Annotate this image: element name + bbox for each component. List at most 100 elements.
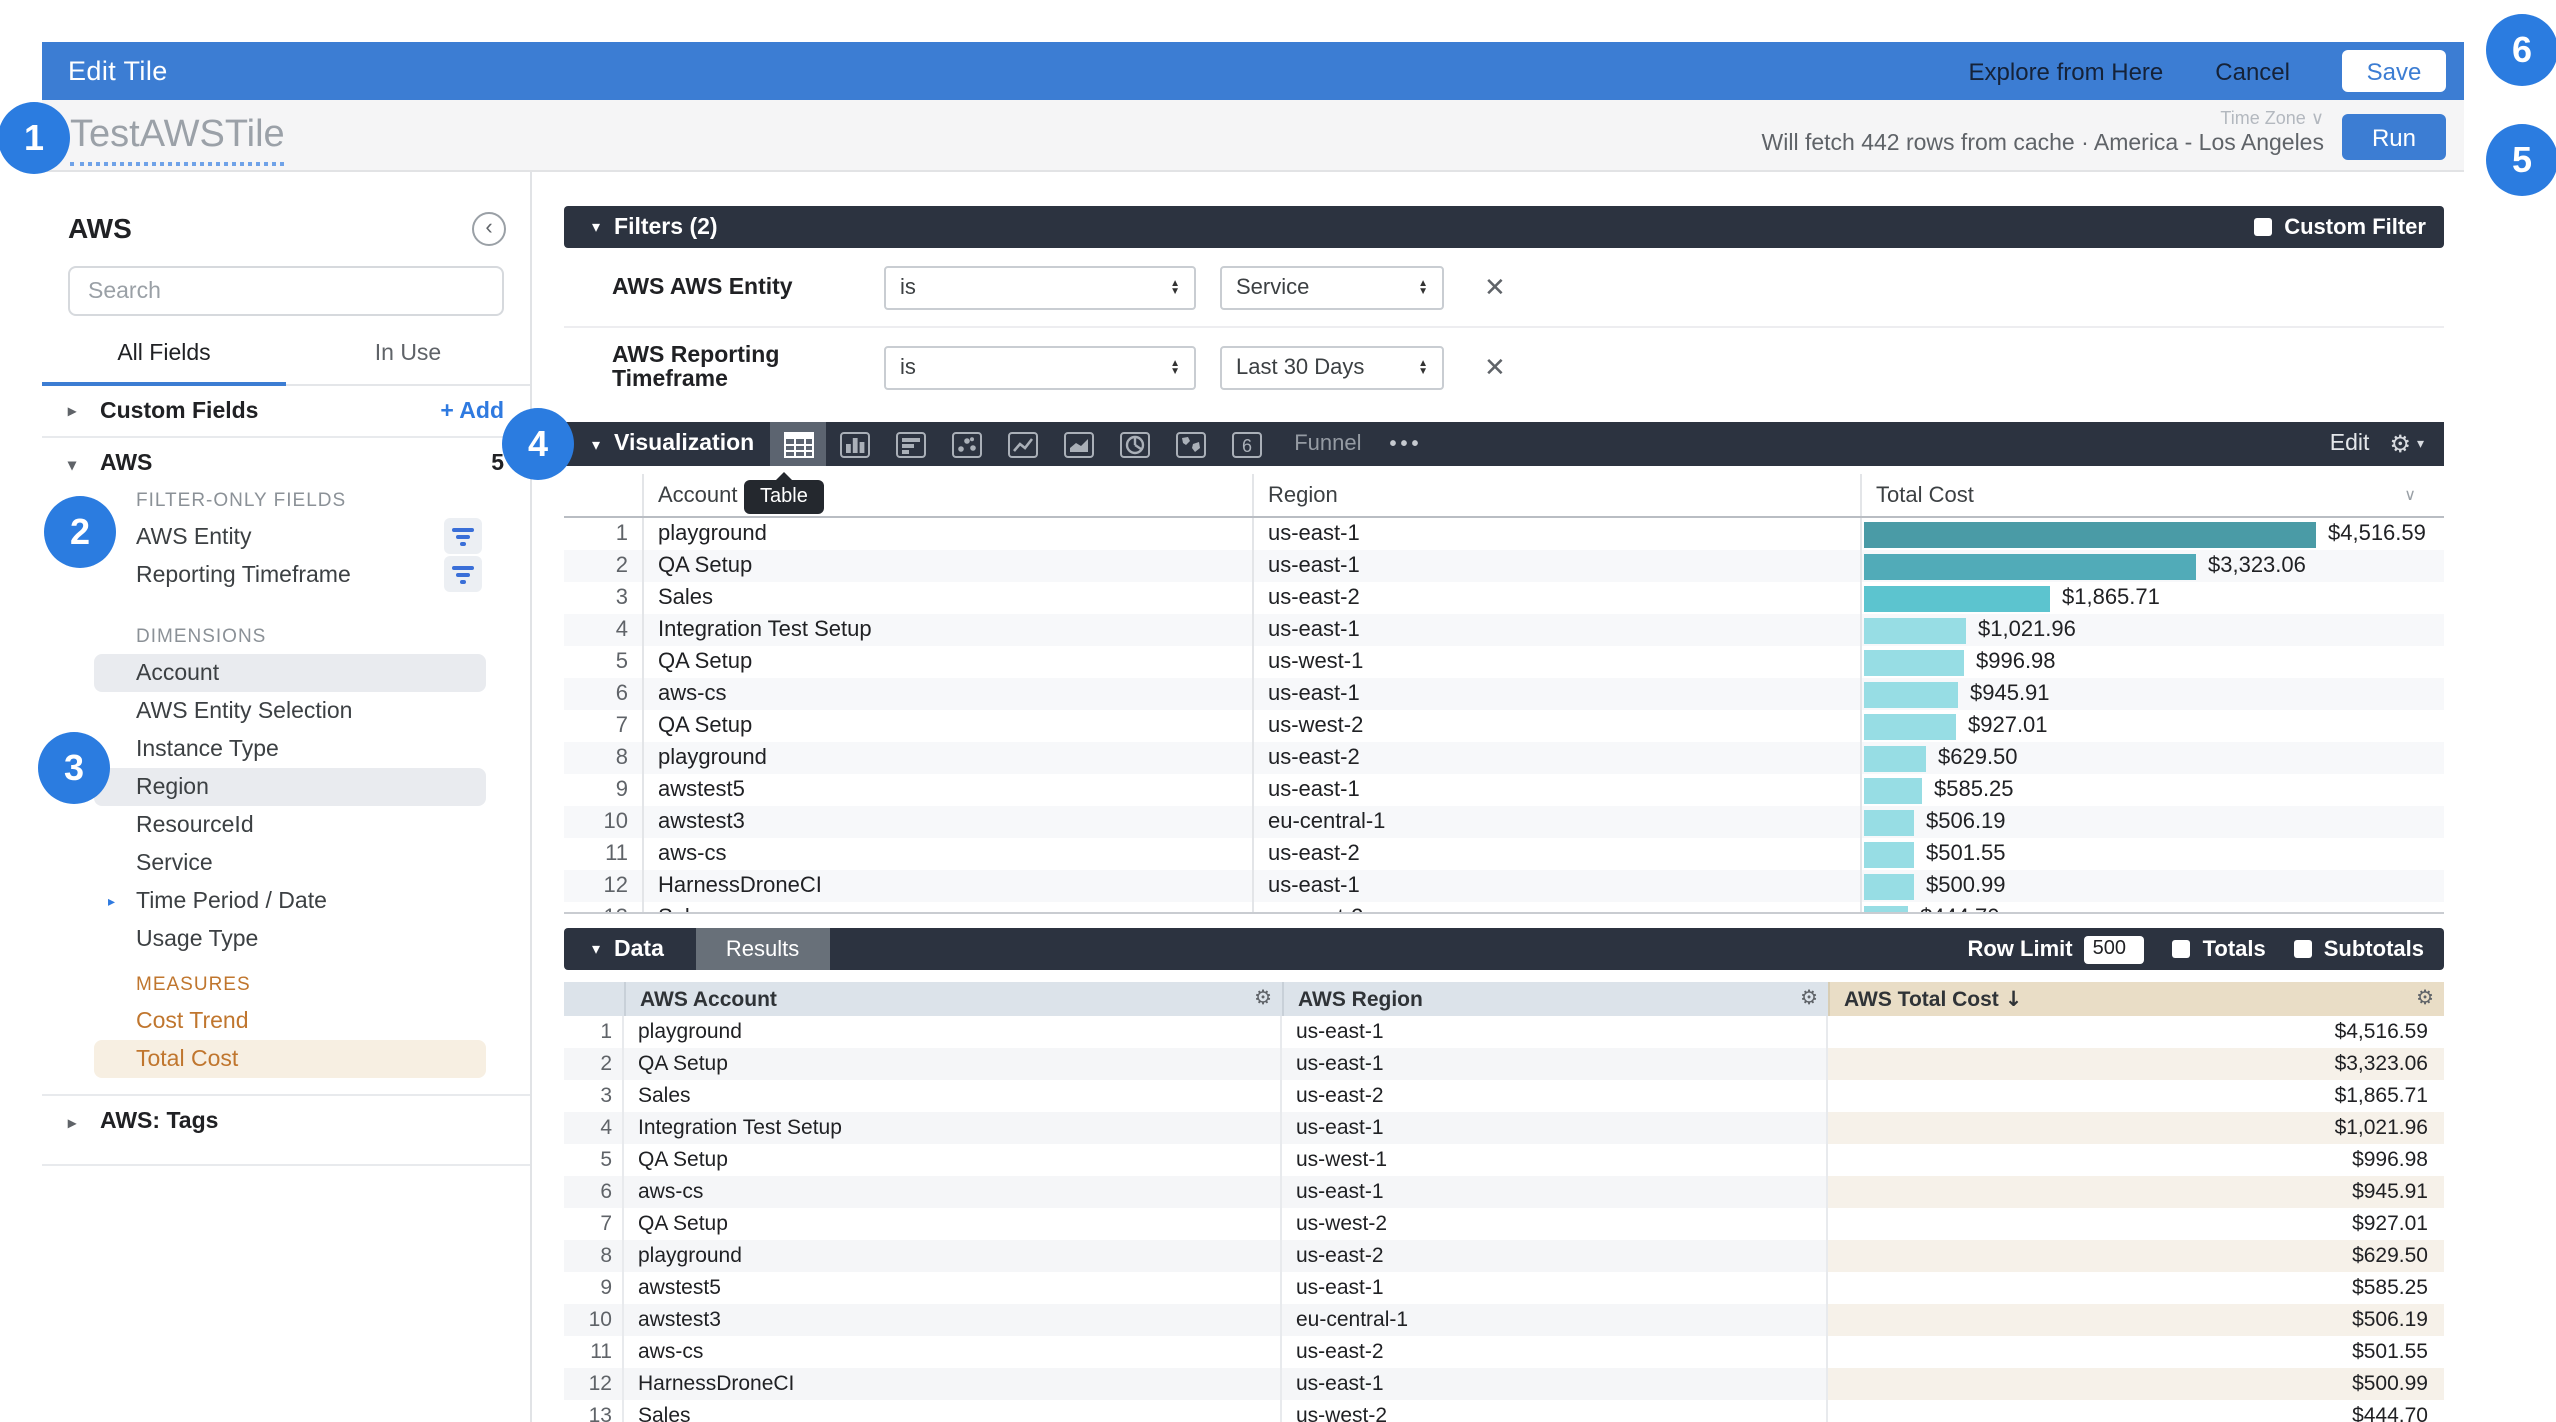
- column-header-aws-account[interactable]: AWS Account ⚙: [624, 982, 1282, 1016]
- more-viz-types-icon[interactable]: •••: [1390, 433, 1423, 455]
- data-table-row[interactable]: 5QA Setupus-west-1$996.98: [564, 1144, 2444, 1176]
- viz-table-row[interactable]: 8playgroundus-east-2$629.50: [564, 742, 2444, 774]
- cost-value: $1,865.71: [2062, 586, 2160, 610]
- aws-group-row[interactable]: ▾ AWS 5: [42, 438, 530, 490]
- visualization-section-title[interactable]: Visualization: [614, 432, 754, 456]
- tab-all-fields[interactable]: All Fields: [42, 342, 286, 386]
- collapse-sidebar-icon[interactable]: ‹: [472, 211, 506, 245]
- column-header-aws-region[interactable]: AWS Region ⚙: [1282, 982, 1828, 1016]
- sidebar-dimension-aws-entity-selection[interactable]: AWS Entity Selection: [94, 692, 486, 730]
- data-table-row[interactable]: 3Salesus-east-2$1,865.71: [564, 1080, 2444, 1112]
- tab-in-use[interactable]: In Use: [286, 342, 530, 384]
- data-table-row[interactable]: 11aws-csus-east-2$501.55: [564, 1336, 2444, 1368]
- timezone-selector[interactable]: Time Zone ∨: [2220, 108, 2324, 130]
- custom-filter-checkbox[interactable]: [2254, 218, 2272, 236]
- sidebar-measure-cost-trend[interactable]: Cost Trend: [94, 1002, 486, 1040]
- sidebar-dimension-usage-type[interactable]: Usage Type: [94, 920, 486, 958]
- sidebar-dimension-instance-type[interactable]: Instance Type: [94, 730, 486, 768]
- aws-tags-group-row[interactable]: ▸ AWS: Tags: [42, 1096, 530, 1148]
- filter-value-select[interactable]: Service▲▼: [1220, 265, 1444, 309]
- caret-down-icon[interactable]: ▾: [592, 940, 600, 958]
- column-chart-icon[interactable]: [826, 422, 882, 466]
- sidebar-field-aws-entity[interactable]: AWS Entity: [94, 518, 486, 556]
- remove-filter-icon[interactable]: ✕: [1484, 352, 1506, 384]
- caret-right-icon: ▸: [68, 402, 82, 420]
- explore-from-here-link[interactable]: Explore from Here: [1969, 57, 2164, 85]
- data-table-row[interactable]: 8playgroundus-east-2$629.50: [564, 1240, 2444, 1272]
- save-button[interactable]: Save: [2342, 50, 2446, 92]
- sidebar-dimension-account[interactable]: Account: [94, 654, 486, 692]
- filter-value-select[interactable]: Last 30 Days▲▼: [1220, 346, 1444, 390]
- sidebar-field-reporting-timeframe[interactable]: Reporting Timeframe: [94, 556, 486, 594]
- funnel-viz-label[interactable]: Funnel: [1294, 432, 1361, 456]
- caret-down-icon[interactable]: ▾: [592, 218, 600, 236]
- sidebar-dimension-resourceid[interactable]: ResourceId: [94, 806, 486, 844]
- filter-field-button[interactable]: [444, 518, 482, 554]
- subtotals-checkbox[interactable]: [2294, 940, 2312, 958]
- caret-down-icon[interactable]: ▾: [592, 435, 600, 453]
- viz-table-row[interactable]: 1playgroundus-east-1$4,516.59: [564, 518, 2444, 550]
- run-button[interactable]: Run: [2342, 114, 2446, 160]
- add-custom-field-button[interactable]: + Add: [440, 399, 504, 423]
- data-table-row[interactable]: 9awstest5us-east-1$585.25: [564, 1272, 2444, 1304]
- viz-table-row[interactable]: 12HarnessDroneCIus-east-1$500.99: [564, 870, 2444, 902]
- tab-results[interactable]: Results: [696, 928, 829, 970]
- table-icon[interactable]: [770, 422, 826, 466]
- column-gear-icon[interactable]: ⚙: [1800, 988, 1818, 1010]
- column-header-account[interactable]: Account: [644, 474, 1254, 516]
- viz-table-row[interactable]: 4Integration Test Setupus-east-1$1,021.9…: [564, 614, 2444, 646]
- custom-fields-row[interactable]: ▸ Custom Fields + Add: [42, 386, 530, 438]
- totals-toggle[interactable]: Totals: [2173, 937, 2266, 961]
- filter-field-button[interactable]: [444, 556, 482, 592]
- map-chart-icon[interactable]: [1162, 422, 1218, 466]
- scatter-chart-icon[interactable]: [938, 422, 994, 466]
- data-table-row[interactable]: 6aws-csus-east-1$945.91: [564, 1176, 2444, 1208]
- sidebar-dimension-time-period-date[interactable]: Time Period / Date▸: [94, 882, 486, 920]
- bar-chart-icon[interactable]: [882, 422, 938, 466]
- search-input[interactable]: [88, 279, 484, 303]
- viz-gear-icon[interactable]: ⚙: [2389, 430, 2411, 458]
- remove-filter-icon[interactable]: ✕: [1484, 271, 1506, 303]
- data-table-row[interactable]: 4Integration Test Setupus-east-1$1,021.9…: [564, 1112, 2444, 1144]
- area-chart-icon[interactable]: [1050, 422, 1106, 466]
- data-table-row[interactable]: 2QA Setupus-east-1$3,323.06: [564, 1048, 2444, 1080]
- viz-edit-button[interactable]: Edit: [2330, 432, 2370, 456]
- custom-filter-toggle[interactable]: Custom Filter: [2254, 215, 2426, 239]
- cancel-button[interactable]: Cancel: [2215, 57, 2290, 85]
- totals-checkbox[interactable]: [2173, 940, 2191, 958]
- viz-table-row[interactable]: 6aws-csus-east-1$945.91: [564, 678, 2444, 710]
- column-gear-icon[interactable]: ⚙: [1254, 988, 1272, 1010]
- column-header-aws-total-cost[interactable]: AWS Total Cost ↓ ⚙: [1828, 982, 2444, 1016]
- viz-table-row[interactable]: 2QA Setupus-east-1$3,323.06: [564, 550, 2444, 582]
- sidebar-dimension-region[interactable]: Region: [94, 768, 486, 806]
- viz-table-row[interactable]: 13Salesus-west-2$444.70: [564, 902, 2444, 914]
- viz-table-row[interactable]: 10awstest3eu-central-1$506.19: [564, 806, 2444, 838]
- data-table-row[interactable]: 12HarnessDroneCIus-east-1$500.99: [564, 1368, 2444, 1400]
- filter-operator-select[interactable]: is▲▼: [884, 265, 1196, 309]
- single-value-icon[interactable]: 6: [1218, 422, 1274, 466]
- pie-chart-icon[interactable]: [1106, 422, 1162, 466]
- tile-name-input[interactable]: TestAWSTile: [70, 114, 285, 166]
- data-section-title[interactable]: Data: [614, 937, 664, 961]
- column-menu-chevron-icon[interactable]: ∨: [2404, 486, 2416, 504]
- viz-table-row[interactable]: 7QA Setupus-west-2$927.01: [564, 710, 2444, 742]
- data-table-row[interactable]: 1playgroundus-east-1$4,516.59: [564, 1016, 2444, 1048]
- row-limit-input[interactable]: [2085, 935, 2145, 963]
- subtotals-toggle[interactable]: Subtotals: [2294, 937, 2424, 961]
- viz-table-row[interactable]: 11aws-csus-east-2$501.55: [564, 838, 2444, 870]
- column-gear-icon[interactable]: ⚙: [2416, 988, 2434, 1010]
- data-table-row[interactable]: 7QA Setupus-west-2$927.01: [564, 1208, 2444, 1240]
- data-table-row[interactable]: 10awstest3eu-central-1$506.19: [564, 1304, 2444, 1336]
- sidebar-measure-total-cost[interactable]: Total Cost: [94, 1040, 486, 1078]
- filter-operator-select[interactable]: is▲▼: [884, 346, 1196, 390]
- viz-table-row[interactable]: 9awstest5us-east-1$585.25: [564, 774, 2444, 806]
- cost-bar: [1864, 841, 1914, 867]
- line-chart-icon[interactable]: [994, 422, 1050, 466]
- data-table-row[interactable]: 13Salesus-west-2$444.70: [564, 1400, 2444, 1422]
- sidebar-dimension-service[interactable]: Service: [94, 844, 486, 882]
- column-header-total-cost[interactable]: Total Cost ∨: [1862, 474, 2444, 516]
- filters-section-title[interactable]: Filters (2): [614, 215, 718, 239]
- viz-table-row[interactable]: 3Salesus-east-2$1,865.71: [564, 582, 2444, 614]
- viz-table-row[interactable]: 5QA Setupus-west-1$996.98: [564, 646, 2444, 678]
- column-header-region[interactable]: Region: [1254, 474, 1862, 516]
